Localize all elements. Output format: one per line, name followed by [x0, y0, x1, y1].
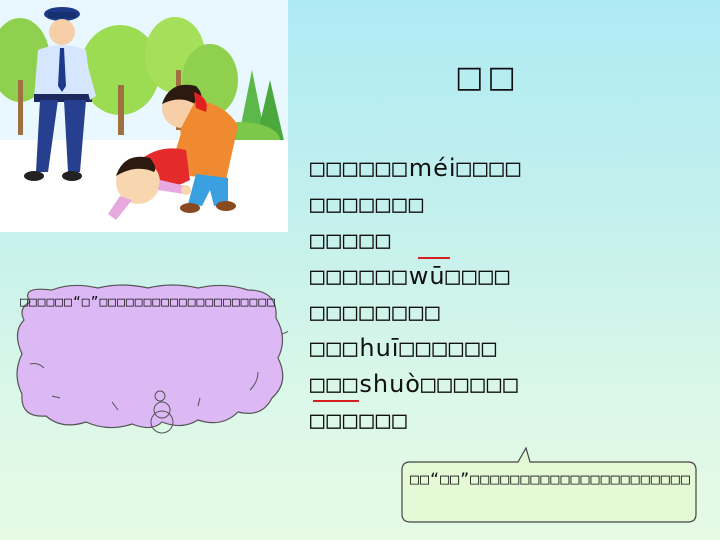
red-underline-mark: [313, 400, 359, 402]
poem-title: □□: [455, 60, 520, 95]
poem-line: □□□□□□méi□□□□: [310, 154, 523, 182]
poem-line: □□□□□: [310, 226, 393, 254]
thought-bubble-text: □□□□□□“□”□□□□□□□□□□□□□□□□□□□□: [20, 295, 276, 310]
park-scene-illustration: [0, 0, 288, 232]
poem-line: □□□huī□□□□□□: [310, 334, 499, 362]
poem-line: □□□□□□□: [310, 190, 426, 218]
poem-body: □□□□□□méi□□□□ □□□□□□□ □□□□□ □□□□□□wū□□□□…: [310, 150, 522, 438]
poem-line: □□□□□□□□: [310, 298, 442, 326]
poem-line: □□□□□□: [310, 406, 409, 434]
poem-line: □□□□□□wū□□□□: [310, 262, 512, 290]
speech-callout-text: □□“□□”□□□□□□□□□□□□□□□□□□□□□□: [410, 470, 691, 488]
poem-line: □□□shuò□□□□□□: [310, 370, 520, 398]
red-underline-mark: [418, 257, 450, 259]
